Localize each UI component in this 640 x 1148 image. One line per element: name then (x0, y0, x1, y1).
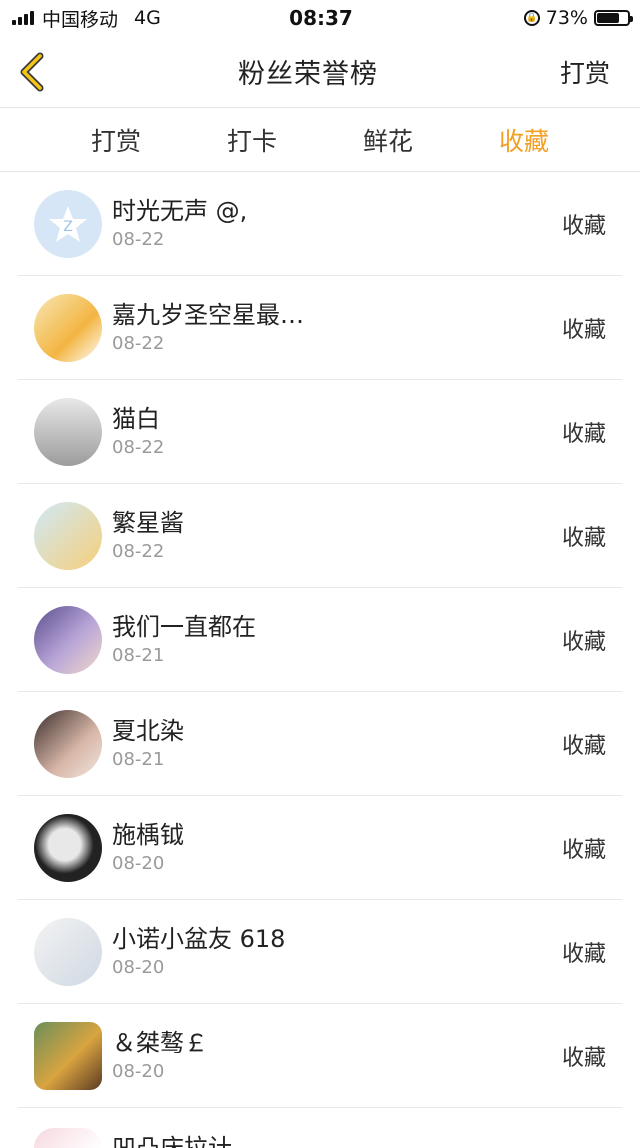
user-name: 凹凸床拉计 (112, 1134, 232, 1148)
avatar (34, 397, 102, 466)
list-item[interactable]: 夏北染 08-21 收藏 (18, 692, 622, 796)
fan-list: Z 时光无声 @, 08-22 收藏 嘉九岁圣空星最… 08-22 收藏 猫白 … (0, 172, 640, 1148)
date: 08-20 (112, 852, 165, 874)
list-item-partial[interactable]: 凹凸床拉计 (18, 1108, 622, 1148)
date: 08-22 (112, 436, 165, 458)
battery-fill (596, 13, 619, 23)
favorite-label: 收藏 (561, 421, 606, 447)
svg-text:Z: Z (63, 219, 73, 235)
avatar (34, 813, 102, 882)
list-item[interactable]: 小诺小盆友 618 08-20 收藏 (18, 900, 622, 1004)
favorite-label: 收藏 (561, 733, 606, 759)
date: 08-22 (112, 228, 165, 250)
date: 08-21 (112, 644, 165, 666)
avatar: Z (34, 189, 102, 258)
avatar (34, 709, 102, 778)
user-name: 施楀钺 (112, 820, 184, 849)
back-icon[interactable] (16, 52, 56, 92)
avatar (34, 917, 102, 986)
status-bar: 中国移动 4G 08:37 🔒 73% (0, 0, 640, 36)
nav-bar: 粉丝荣誉榜 打赏 (0, 36, 640, 108)
list-item[interactable]: 施楀钺 08-20 收藏 (18, 796, 622, 900)
date: 08-22 (112, 540, 165, 562)
date: 08-22 (112, 332, 165, 354)
user-name: 嘉九岁圣空星最… (112, 300, 304, 329)
avatar (34, 501, 102, 570)
network-label: 4G (134, 7, 161, 29)
reward-button[interactable]: 打赏 (560, 54, 610, 90)
avatar (34, 605, 102, 674)
status-right: 🔒 73% (410, 7, 633, 29)
battery-icon (593, 10, 633, 26)
list-item[interactable]: 我们一直都在 08-21 收藏 (18, 588, 622, 692)
list-item[interactable]: 繁星酱 08-22 收藏 (18, 484, 622, 588)
favorite-label: 收藏 (561, 1045, 606, 1071)
avatar (34, 1128, 102, 1148)
avatar (34, 293, 102, 362)
user-name: ＆桀骜￡ (112, 1028, 208, 1057)
date: 08-20 (112, 956, 165, 978)
signal-icon (12, 11, 34, 25)
page-title: 粉丝荣誉榜 (237, 59, 378, 90)
user-name: 时光无声 @, (112, 196, 248, 225)
list-item[interactable]: Z 时光无声 @, 08-22 收藏 (18, 172, 622, 276)
favorite-label: 收藏 (561, 941, 606, 967)
list-item[interactable]: 猫白 08-22 收藏 (18, 380, 622, 484)
date: 08-20 (112, 1060, 165, 1082)
star-logo-icon: Z (49, 205, 87, 242)
favorite-label: 收藏 (561, 837, 606, 863)
tab-reward[interactable]: 打赏 (48, 122, 184, 158)
tab-flowers[interactable]: 鲜花 (320, 122, 456, 158)
tab-bar: 打赏 打卡 鲜花 收藏 (0, 108, 640, 172)
user-name: 夏北染 (112, 716, 184, 745)
status-left: 中国移动 4G (12, 5, 232, 32)
favorite-label: 收藏 (561, 213, 606, 239)
favorite-label: 收藏 (561, 525, 606, 551)
avatar (34, 1021, 102, 1090)
user-name: 我们一直都在 (112, 612, 256, 641)
user-name: 猫白 (112, 404, 160, 433)
rotation-lock-icon: 🔒 (523, 10, 540, 26)
battery-percent: 73% (545, 7, 588, 29)
tab-checkin[interactable]: 打卡 (184, 122, 320, 158)
carrier-label: 中国移动 (42, 8, 119, 31)
user-name: 小诺小盆友 618 (112, 924, 286, 953)
list-item[interactable]: ＆桀骜￡ 08-20 收藏 (18, 1004, 622, 1108)
favorite-label: 收藏 (561, 629, 606, 655)
tab-favorites[interactable]: 收藏 (456, 122, 592, 158)
clock: 08:37 (289, 6, 353, 30)
list-item[interactable]: 嘉九岁圣空星最… 08-22 收藏 (18, 276, 622, 380)
favorite-label: 收藏 (561, 317, 606, 343)
date: 08-21 (112, 748, 165, 770)
user-name: 繁星酱 (112, 508, 184, 537)
